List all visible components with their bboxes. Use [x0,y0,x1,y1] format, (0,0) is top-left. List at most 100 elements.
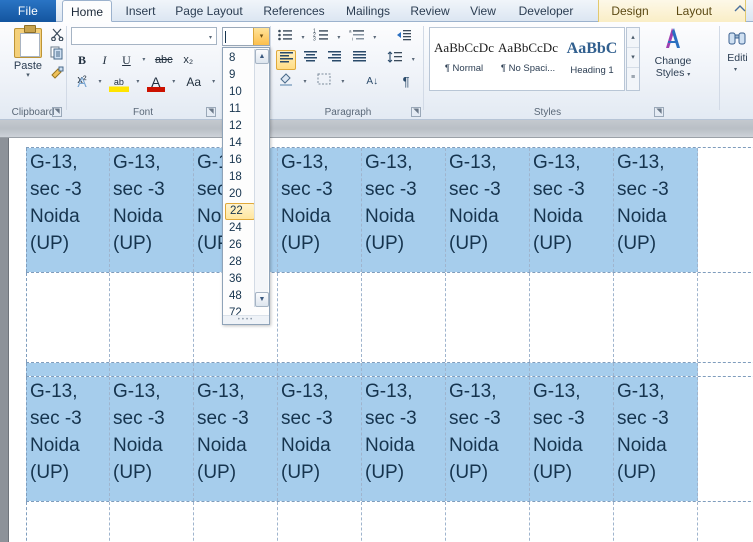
font-size-option-16[interactable]: 16 [223,152,255,169]
tab-insert[interactable]: Insert [118,0,163,22]
table-cell[interactable] [446,502,530,542]
font-size-option-11[interactable]: 11 [223,101,255,118]
underline-button[interactable]: U [118,50,135,70]
table-cell[interactable]: G-13, sec -3 Noida (UP) [614,148,698,272]
change-case-button[interactable]: Aa [183,72,205,92]
table-cell[interactable] [194,502,278,542]
binoculars-icon[interactable] [726,30,748,50]
shading-icon[interactable] [276,72,296,92]
multilevel-list-icon[interactable]: a i [348,28,366,48]
table-row[interactable] [26,501,753,542]
show-formatting-marks-icon[interactable]: ¶ [397,72,415,92]
scroll-up-icon[interactable]: ▲ [255,49,269,64]
table-row[interactable] [26,362,753,376]
tab-developer[interactable]: Developer [509,0,583,22]
tab-review[interactable]: Review [403,0,457,22]
align-left-icon[interactable] [276,50,296,70]
document-page[interactable]: G-13, sec -3 Noida (UP) G-13, sec -3 Noida (UP)… [8,138,753,542]
ruler-band[interactable] [0,120,753,138]
chevron-down-icon[interactable]: ▾ [209,34,212,41]
font-dialog-launcher[interactable]: ◥ [206,107,216,117]
table-cell[interactable] [614,502,698,542]
font-name-combobox[interactable]: ▾ [71,27,217,45]
table-cell[interactable] [530,273,614,362]
font-size-option-28[interactable]: 28 [223,254,255,271]
table-cell[interactable] [278,273,362,362]
paste-dropdown-caret[interactable]: ▾ [8,72,48,79]
dropdown-resize-grip[interactable]: •••• [223,315,269,324]
font-size-option-20[interactable]: 20 [223,186,255,203]
font-size-option-12[interactable]: 12 [223,118,255,135]
subscript-button[interactable]: x₂ [179,50,197,70]
styles-dialog-launcher[interactable]: ◥ [654,107,664,117]
styles-more-icon[interactable]: ≡ [627,68,639,88]
font-size-option-8[interactable]: 8 [223,50,255,67]
editing-caret-icon[interactable]: ▾ [734,66,737,73]
text-effects-icon[interactable]: A [73,72,91,92]
table-cell[interactable]: G-13, sec -3 Noida (UP) [26,148,110,272]
table-cell[interactable] [362,273,446,362]
styles-gallery-scrollbar[interactable]: ▴ ▾ ≡ [626,27,640,91]
highlight-caret-icon[interactable]: ▾ [133,72,142,92]
change-styles-caret-icon[interactable]: ▾ [687,72,690,78]
font-size-input[interactable] [226,30,254,44]
tab-home[interactable]: Home [62,0,112,22]
style-normal[interactable]: AaBbCcDc ¶ Normal [432,30,496,88]
clipboard-dialog-launcher[interactable]: ◥ [52,107,62,117]
table-cell[interactable]: G-13, sec -3 Noida (UP) [614,377,698,501]
font-size-option-10[interactable]: 10 [223,84,255,101]
font-size-option-26[interactable]: 26 [223,237,255,254]
scroll-down-icon[interactable]: ▼ [255,292,269,307]
borders-caret-icon[interactable]: ▾ [338,72,347,92]
bullets-caret-icon[interactable]: ▾ [298,28,307,48]
table-row[interactable]: G-13, sec -3 Noida (UP) G-13, sec -3 Noida (UP)… [26,147,753,272]
font-color-icon[interactable]: A [146,72,165,92]
line-spacing-icon[interactable] [386,50,404,70]
table-cell[interactable] [26,363,110,376]
styles-scroll-down-icon[interactable]: ▾ [627,48,639,68]
table-cell[interactable] [446,273,530,362]
tab-view[interactable]: View [461,0,505,22]
table-cell[interactable]: G-13, sec -3 Noida (UP) [446,377,530,501]
table-cell[interactable] [278,363,362,376]
change-case-caret-icon[interactable]: ▾ [209,72,218,92]
text-effects-caret-icon[interactable]: ▾ [95,72,104,92]
table-cell[interactable] [26,273,110,362]
font-size-dropdown-list[interactable]: 8 9 10 11 12 14 16 18 20 22 24 26 28 36 48 72 ▲ ▼ •••• [222,47,270,325]
font-color-caret-icon[interactable]: ▾ [169,72,178,92]
align-center-icon[interactable] [300,50,320,70]
font-size-option-24[interactable]: 24 [223,220,255,237]
table-row[interactable]: G-13, sec -3 Noida (UP) G-13, sec -3 Noida (UP)… [26,376,753,501]
shading-caret-icon[interactable]: ▾ [300,72,309,92]
tab-table-layout[interactable]: Layout [666,0,722,22]
multilevel-caret-icon[interactable]: ▾ [370,28,379,48]
paste-button[interactable]: Paste ▾ [8,25,48,90]
table-cell[interactable] [26,502,110,542]
collapse-ribbon-icon[interactable] [731,3,749,19]
tab-mailings[interactable]: Mailings [337,0,399,22]
font-size-option-14[interactable]: 14 [223,135,255,152]
italic-button[interactable]: I [95,50,113,70]
table-cell[interactable] [362,363,446,376]
numbering-caret-icon[interactable]: ▾ [334,28,343,48]
tab-table-design[interactable]: Design [602,0,658,22]
file-tab[interactable]: File [0,0,56,22]
line-spacing-caret-icon[interactable]: ▾ [409,50,418,70]
copy-icon[interactable] [50,46,65,60]
document-canvas[interactable]: G-13, sec -3 Noida (UP) G-13, sec -3 Noida (UP)… [0,138,753,542]
font-size-option-18[interactable]: 18 [223,169,255,186]
table-cell[interactable]: G-13, sec -3 Noida (UP) [194,377,278,501]
tab-page-layout[interactable]: Page Layout [168,0,250,22]
align-right-icon[interactable] [325,50,345,70]
table-cell[interactable]: G-13, sec -3 Noida (UP) [110,377,194,501]
style-heading-1[interactable]: AaBbC Heading 1 [560,30,624,88]
tab-references[interactable]: References [256,0,332,22]
document-table[interactable]: G-13, sec -3 Noida (UP) G-13, sec -3 Noida (UP)… [26,147,753,542]
align-justify-icon[interactable] [349,50,369,70]
paragraph-dialog-launcher[interactable]: ◥ [411,107,421,117]
numbering-icon[interactable]: 1 2 3 [312,28,330,48]
table-cell[interactable] [278,502,362,542]
table-cell[interactable]: G-13, sec -3 Noida (UP) [362,377,446,501]
table-cell[interactable]: G-13, sec -3 Noida (UP) [362,148,446,272]
cut-icon[interactable] [50,27,65,42]
